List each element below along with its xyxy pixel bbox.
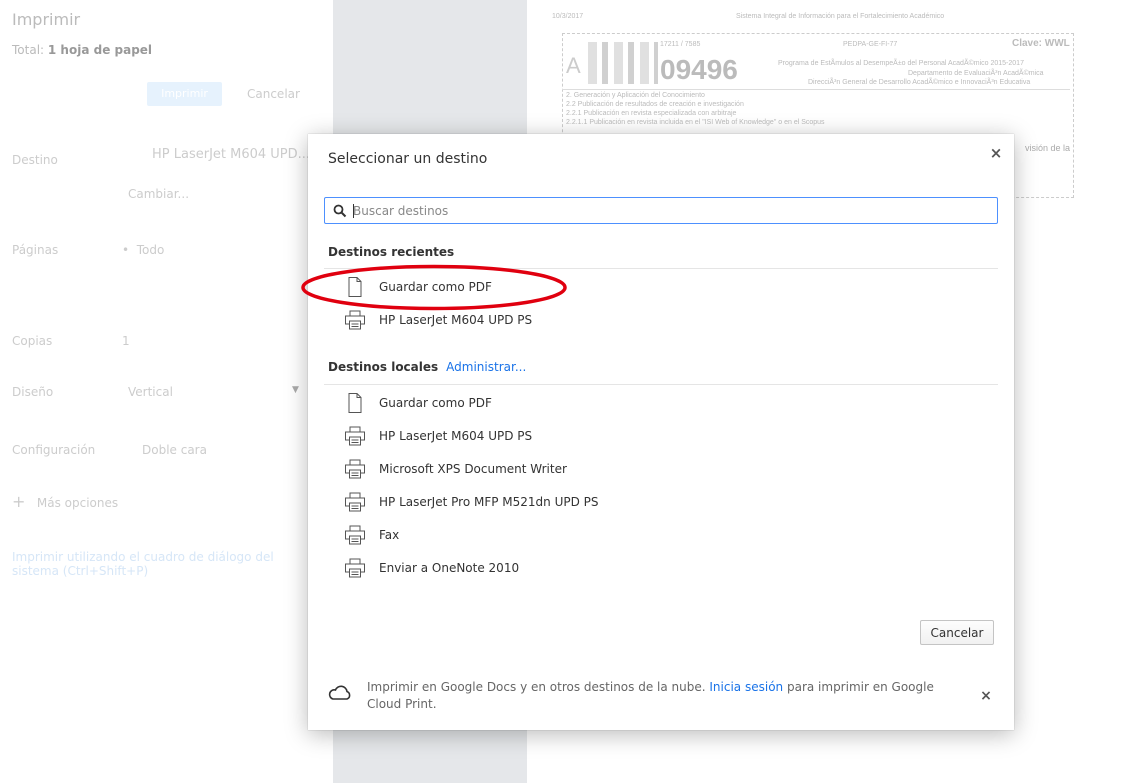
pages-value: Todo (136, 243, 165, 257)
search-destinations-input[interactable] (353, 198, 983, 223)
config-value: Doble cara (142, 443, 207, 457)
preview-clave: Clave: WWL (1012, 38, 1070, 49)
system-dialog-link[interactable]: Imprimir utilizando el cuadro de diálogo… (12, 550, 274, 578)
destination-label: Microsoft XPS Document Writer (379, 462, 567, 476)
local-destination-item[interactable]: Fax (324, 519, 998, 551)
recent-divider (324, 268, 998, 269)
preview-line-4: 2.2.1.1 Publicación en revista incluida … (566, 119, 825, 126)
recent-destinations-header: Destinos recientes (328, 245, 455, 259)
total-label: Total: (12, 43, 45, 57)
preview-rule (562, 89, 1070, 90)
preview-number: 09496 (660, 54, 738, 85)
printer-icon (344, 558, 366, 578)
preview-letter: A (566, 53, 581, 78)
preview-line-3: 2.2.1 Publicación en revista especializa… (566, 110, 737, 117)
destination-label: Fax (379, 528, 400, 542)
printer-icon (344, 525, 366, 545)
destination-label: Guardar como PDF (379, 396, 492, 410)
layout-label: Diseño (12, 385, 54, 399)
recent-destination-item[interactable]: HP LaserJet M604 UPD PS (324, 304, 998, 336)
printer-icon (344, 426, 366, 446)
local-divider (324, 384, 998, 385)
destination-label: HP LaserJet M604 UPD PS (379, 429, 533, 443)
print-title: Imprimir (12, 10, 81, 29)
system-dialog-line1: Imprimir utilizando el cuadro de diálogo… (12, 550, 274, 564)
total-value: 1 hoja de papel (47, 43, 153, 57)
local-destination-item[interactable]: Microsoft XPS Document Writer (324, 453, 998, 485)
local-destination-item[interactable]: HP LaserJet M604 UPD PS (324, 420, 998, 452)
printer-icon (344, 310, 366, 330)
copies-label: Copias (12, 334, 53, 348)
local-destination-item[interactable]: HP LaserJet Pro MFP M521dn UPD PS (324, 486, 998, 518)
print-button[interactable]: Imprimir (147, 82, 222, 106)
select-destination-dialog: Seleccionar un destino × Destinos recien… (308, 134, 1014, 730)
more-options-toggle[interactable]: + Más opciones (12, 492, 118, 511)
search-box (324, 197, 998, 224)
destination-value: HP LaserJet M604 UPD... (152, 147, 311, 162)
destination-label: HP LaserJet Pro MFP M521dn UPD PS (379, 495, 599, 509)
preview-date: 10/3/2017 (552, 13, 584, 20)
print-settings-panel: Imprimir Total: 1 hoja de papel Imprimir… (0, 0, 333, 783)
promo-close-icon[interactable]: × (978, 688, 994, 704)
destination-label: Guardar como PDF (379, 280, 492, 294)
manage-link[interactable]: Administrar... (446, 360, 526, 374)
preview-program: Programa de EstÃmulos al DesempeÃ±o del … (778, 60, 1024, 67)
document-icon (344, 393, 366, 413)
preview-side-text: visión de la (1025, 143, 1071, 153)
preview-line-1: 2. Generación y Aplicación del Conocimie… (566, 92, 705, 99)
local-destinations-title: Destinos locales (328, 360, 439, 374)
system-dialog-line2: sistema (Ctrl+Shift+P) (12, 564, 149, 578)
change-destination-button[interactable]: Cambiar... (128, 187, 189, 201)
preview-ref: 17211 / 7585 (660, 41, 701, 48)
copies-input[interactable]: 1 (122, 334, 130, 348)
local-destinations-header: Destinos locales Administrar... (328, 360, 526, 374)
sign-in-link[interactable]: Inicia sesión (709, 680, 783, 694)
destination-label: Enviar a OneNote 2010 (379, 561, 520, 575)
promo-text-before: Imprimir en Google Docs y en otros desti… (367, 680, 706, 694)
destination-label: HP LaserJet M604 UPD PS (379, 313, 533, 327)
local-destination-item[interactable]: Enviar a OneNote 2010 (324, 552, 998, 584)
cancel-button[interactable]: Cancelar (920, 620, 994, 645)
more-options-label: Más opciones (36, 496, 119, 510)
preview-dept: Departamento de EvaluaciÃ³n AcadÃ©mica (908, 70, 1044, 77)
dialog-title: Seleccionar un destino (328, 151, 488, 167)
printer-icon (344, 459, 366, 479)
layout-select[interactable]: Vertical (128, 385, 173, 399)
layout-dropdown-icon: ▼ (292, 385, 299, 395)
document-icon (344, 277, 366, 297)
pages-radio[interactable]: • Todo (122, 243, 164, 257)
pages-label: Páginas (12, 243, 59, 257)
preview-direction: DirecciÃ³n General de Desarrollo AcadÃ©m… (808, 79, 1031, 86)
preview-line-2: 2.2 Publicación de resultados de creació… (566, 101, 744, 108)
destination-label: Destino (12, 153, 58, 167)
local-destination-item[interactable]: Guardar como PDF (324, 387, 998, 419)
recent-destination-item[interactable]: Guardar como PDF (324, 271, 998, 303)
text-caret (353, 204, 354, 218)
cloud-icon (328, 685, 351, 700)
search-icon (333, 204, 347, 218)
sheet-total: Total: 1 hoja de papel (12, 43, 152, 57)
cloud-print-promo: Imprimir en Google Docs y en otros desti… (308, 664, 1014, 730)
printer-icon (344, 492, 366, 512)
preview-barcode (588, 42, 658, 84)
plus-icon: + (12, 492, 26, 511)
preview-code: PEDPA-GE-FI-77 (843, 41, 898, 48)
config-label: Configuración (12, 443, 96, 457)
promo-text: Imprimir en Google Docs y en otros desti… (367, 679, 967, 713)
close-icon[interactable]: × (988, 145, 1004, 161)
preview-header: Sistema Integral de Información para el … (736, 13, 945, 20)
cancel-print-button[interactable]: Cancelar (247, 82, 300, 106)
